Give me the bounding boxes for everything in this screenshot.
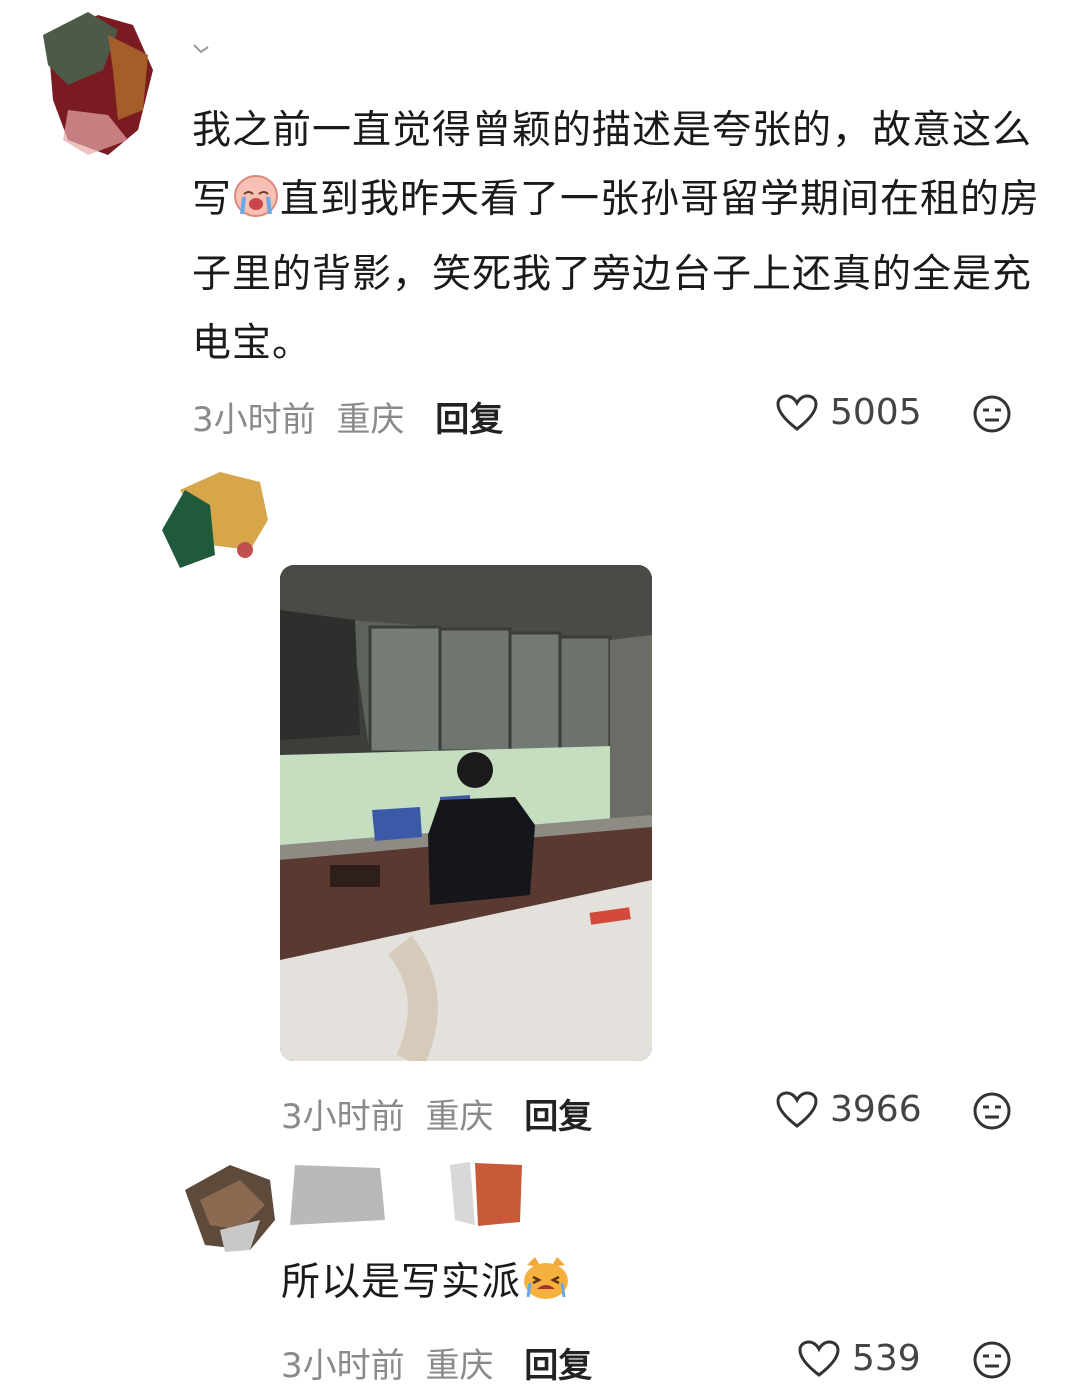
dislike-icon[interactable] [972, 1091, 1012, 1135]
heart-icon [798, 1339, 840, 1377]
comment-meta: 3小时前 重庆 回复 [281, 1089, 592, 1138]
like-button[interactable]: 3966 [776, 1089, 922, 1130]
comment-meta: 3小时前 重庆 回复 [281, 1338, 592, 1387]
dislike-icon[interactable] [972, 394, 1012, 438]
avatar[interactable] [38, 10, 158, 155]
like-count: 5005 [830, 392, 922, 433]
username-redacted [290, 1160, 525, 1230]
reply-button[interactable]: 回复 [435, 400, 503, 440]
like-button[interactable]: 539 [798, 1338, 921, 1379]
comment-text: 我之前一直觉得曾颖的描述是夸张的，故意这么写 直到我昨天看了一张孙哥留学期间在租的… [192, 108, 1041, 366]
comment-time: 3小时前 [281, 1097, 405, 1137]
comment-location: 重庆 [425, 1097, 494, 1137]
comment-location: 重庆 [336, 400, 405, 440]
kitchen-photo[interactable] [280, 565, 652, 1061]
comment-text: 所以是写实派 [281, 1248, 981, 1323]
reply-button[interactable]: 回复 [524, 1346, 592, 1386]
username-mark [192, 40, 210, 54]
comment-location: 重庆 [425, 1346, 494, 1386]
like-count: 539 [852, 1338, 921, 1379]
like-count: 3966 [830, 1089, 922, 1130]
avatar[interactable] [160, 470, 270, 570]
crying-cat-icon [521, 1254, 571, 1323]
reply-button[interactable]: 回复 [524, 1097, 592, 1137]
comment-meta: 3小时前 重庆 回复 [192, 392, 503, 441]
heart-icon [776, 393, 818, 431]
like-button[interactable]: 5005 [776, 392, 922, 433]
crying-face-icon [232, 171, 280, 240]
comment-time: 3小时前 [281, 1346, 405, 1386]
comment-time: 3小时前 [192, 400, 316, 440]
avatar[interactable] [180, 1160, 280, 1255]
heart-icon [776, 1090, 818, 1128]
dislike-icon[interactable] [972, 1340, 1012, 1384]
